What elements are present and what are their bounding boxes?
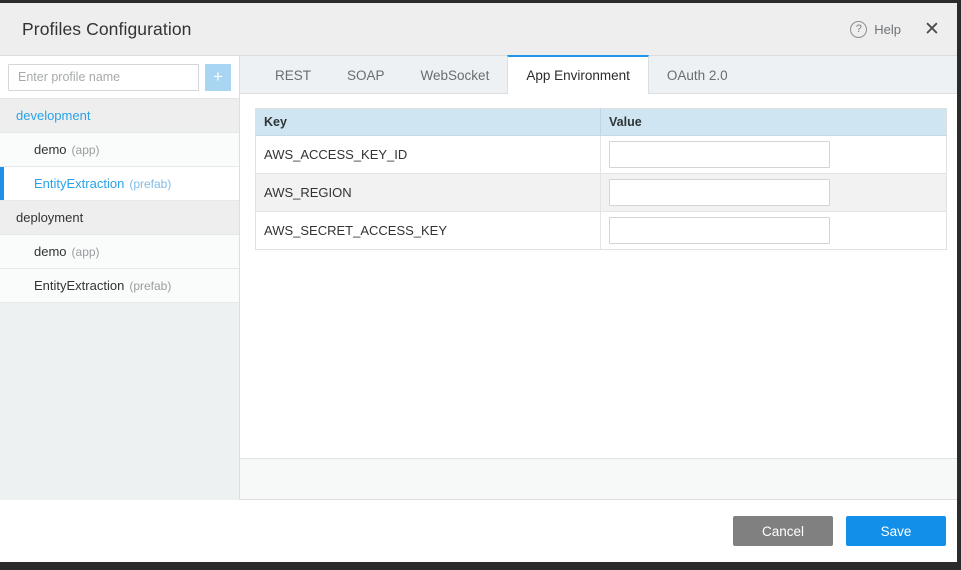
tab-panel: REST SOAP WebSocket App Environment OAut…	[240, 56, 957, 500]
env-key-cell: AWS_REGION	[256, 174, 601, 212]
profile-item-kind: (app)	[72, 245, 100, 259]
env-value-cell	[601, 136, 947, 174]
tab-websocket[interactable]: WebSocket	[403, 55, 508, 93]
dialog-header: Profiles Configuration ? Help ✕	[0, 3, 957, 56]
tab-panel-footer	[240, 458, 957, 500]
profile-item-name: EntityExtraction	[34, 176, 124, 191]
add-profile-button[interactable]: +	[205, 64, 231, 91]
profile-group-development[interactable]: development	[0, 99, 239, 133]
tab-rest[interactable]: REST	[257, 55, 329, 93]
env-value-input-aws-access-key-id[interactable]	[609, 141, 830, 168]
header-actions: ? Help ✕	[850, 18, 943, 40]
env-value-input-aws-region[interactable]	[609, 179, 830, 206]
env-value-input-aws-secret-access-key[interactable]	[609, 217, 830, 244]
profile-item-development-entityextraction[interactable]: EntityExtraction (prefab)	[0, 167, 239, 201]
add-profile-row: +	[0, 56, 239, 99]
tab-soap[interactable]: SOAP	[329, 55, 403, 93]
tab-oauth-2[interactable]: OAuth 2.0	[649, 55, 746, 93]
environment-variables-table: Key Value AWS_ACCESS_KEY_ID AWS_REGIO	[255, 108, 947, 250]
table-head: Key Value	[256, 109, 947, 136]
profile-item-development-demo[interactable]: demo (app)	[0, 133, 239, 167]
tab-app-environment[interactable]: App Environment	[507, 55, 649, 94]
env-key-cell: AWS_ACCESS_KEY_ID	[256, 136, 601, 174]
env-key-cell: AWS_SECRET_ACCESS_KEY	[256, 212, 601, 250]
profiles-sidebar: + development demo (app) EntityExtractio…	[0, 56, 240, 500]
page-title: Profiles Configuration	[22, 19, 850, 40]
env-value-cell	[601, 212, 947, 250]
app-environment-content: Key Value AWS_ACCESS_KEY_ID AWS_REGIO	[240, 94, 957, 458]
profile-item-kind: (prefab)	[129, 177, 171, 191]
column-header-key: Key	[256, 109, 601, 136]
profile-list: development demo (app) EntityExtraction …	[0, 99, 239, 500]
profile-item-name: demo	[34, 142, 67, 157]
profiles-configuration-dialog: Profiles Configuration ? Help ✕ + develo…	[0, 3, 957, 562]
table-body: AWS_ACCESS_KEY_ID AWS_REGION	[256, 136, 947, 250]
dialog-footer: Cancel Save	[0, 500, 957, 562]
save-button[interactable]: Save	[846, 516, 946, 546]
profile-item-name: demo	[34, 244, 67, 259]
table-header-row: Key Value	[256, 109, 947, 136]
question-circle-icon: ?	[850, 21, 867, 38]
help-label: Help	[874, 22, 901, 37]
profile-item-deployment-demo[interactable]: demo (app)	[0, 235, 239, 269]
profile-item-kind: (prefab)	[129, 279, 171, 293]
profile-group-label: development	[16, 108, 90, 123]
profile-item-kind: (app)	[72, 143, 100, 157]
profile-group-deployment[interactable]: deployment	[0, 201, 239, 235]
tab-bar: REST SOAP WebSocket App Environment OAut…	[240, 56, 957, 94]
dialog-body: + development demo (app) EntityExtractio…	[0, 56, 957, 500]
column-header-value: Value	[601, 109, 947, 136]
profile-group-label: deployment	[16, 210, 83, 225]
table-row: AWS_ACCESS_KEY_ID	[256, 136, 947, 174]
close-icon[interactable]: ✕	[921, 18, 943, 40]
env-value-cell	[601, 174, 947, 212]
help-button[interactable]: ? Help	[850, 21, 901, 38]
profile-item-name: EntityExtraction	[34, 278, 124, 293]
profile-item-deployment-entityextraction[interactable]: EntityExtraction (prefab)	[0, 269, 239, 303]
table-row: AWS_REGION	[256, 174, 947, 212]
profile-name-input[interactable]	[8, 64, 199, 91]
table-row: AWS_SECRET_ACCESS_KEY	[256, 212, 947, 250]
cancel-button[interactable]: Cancel	[733, 516, 833, 546]
